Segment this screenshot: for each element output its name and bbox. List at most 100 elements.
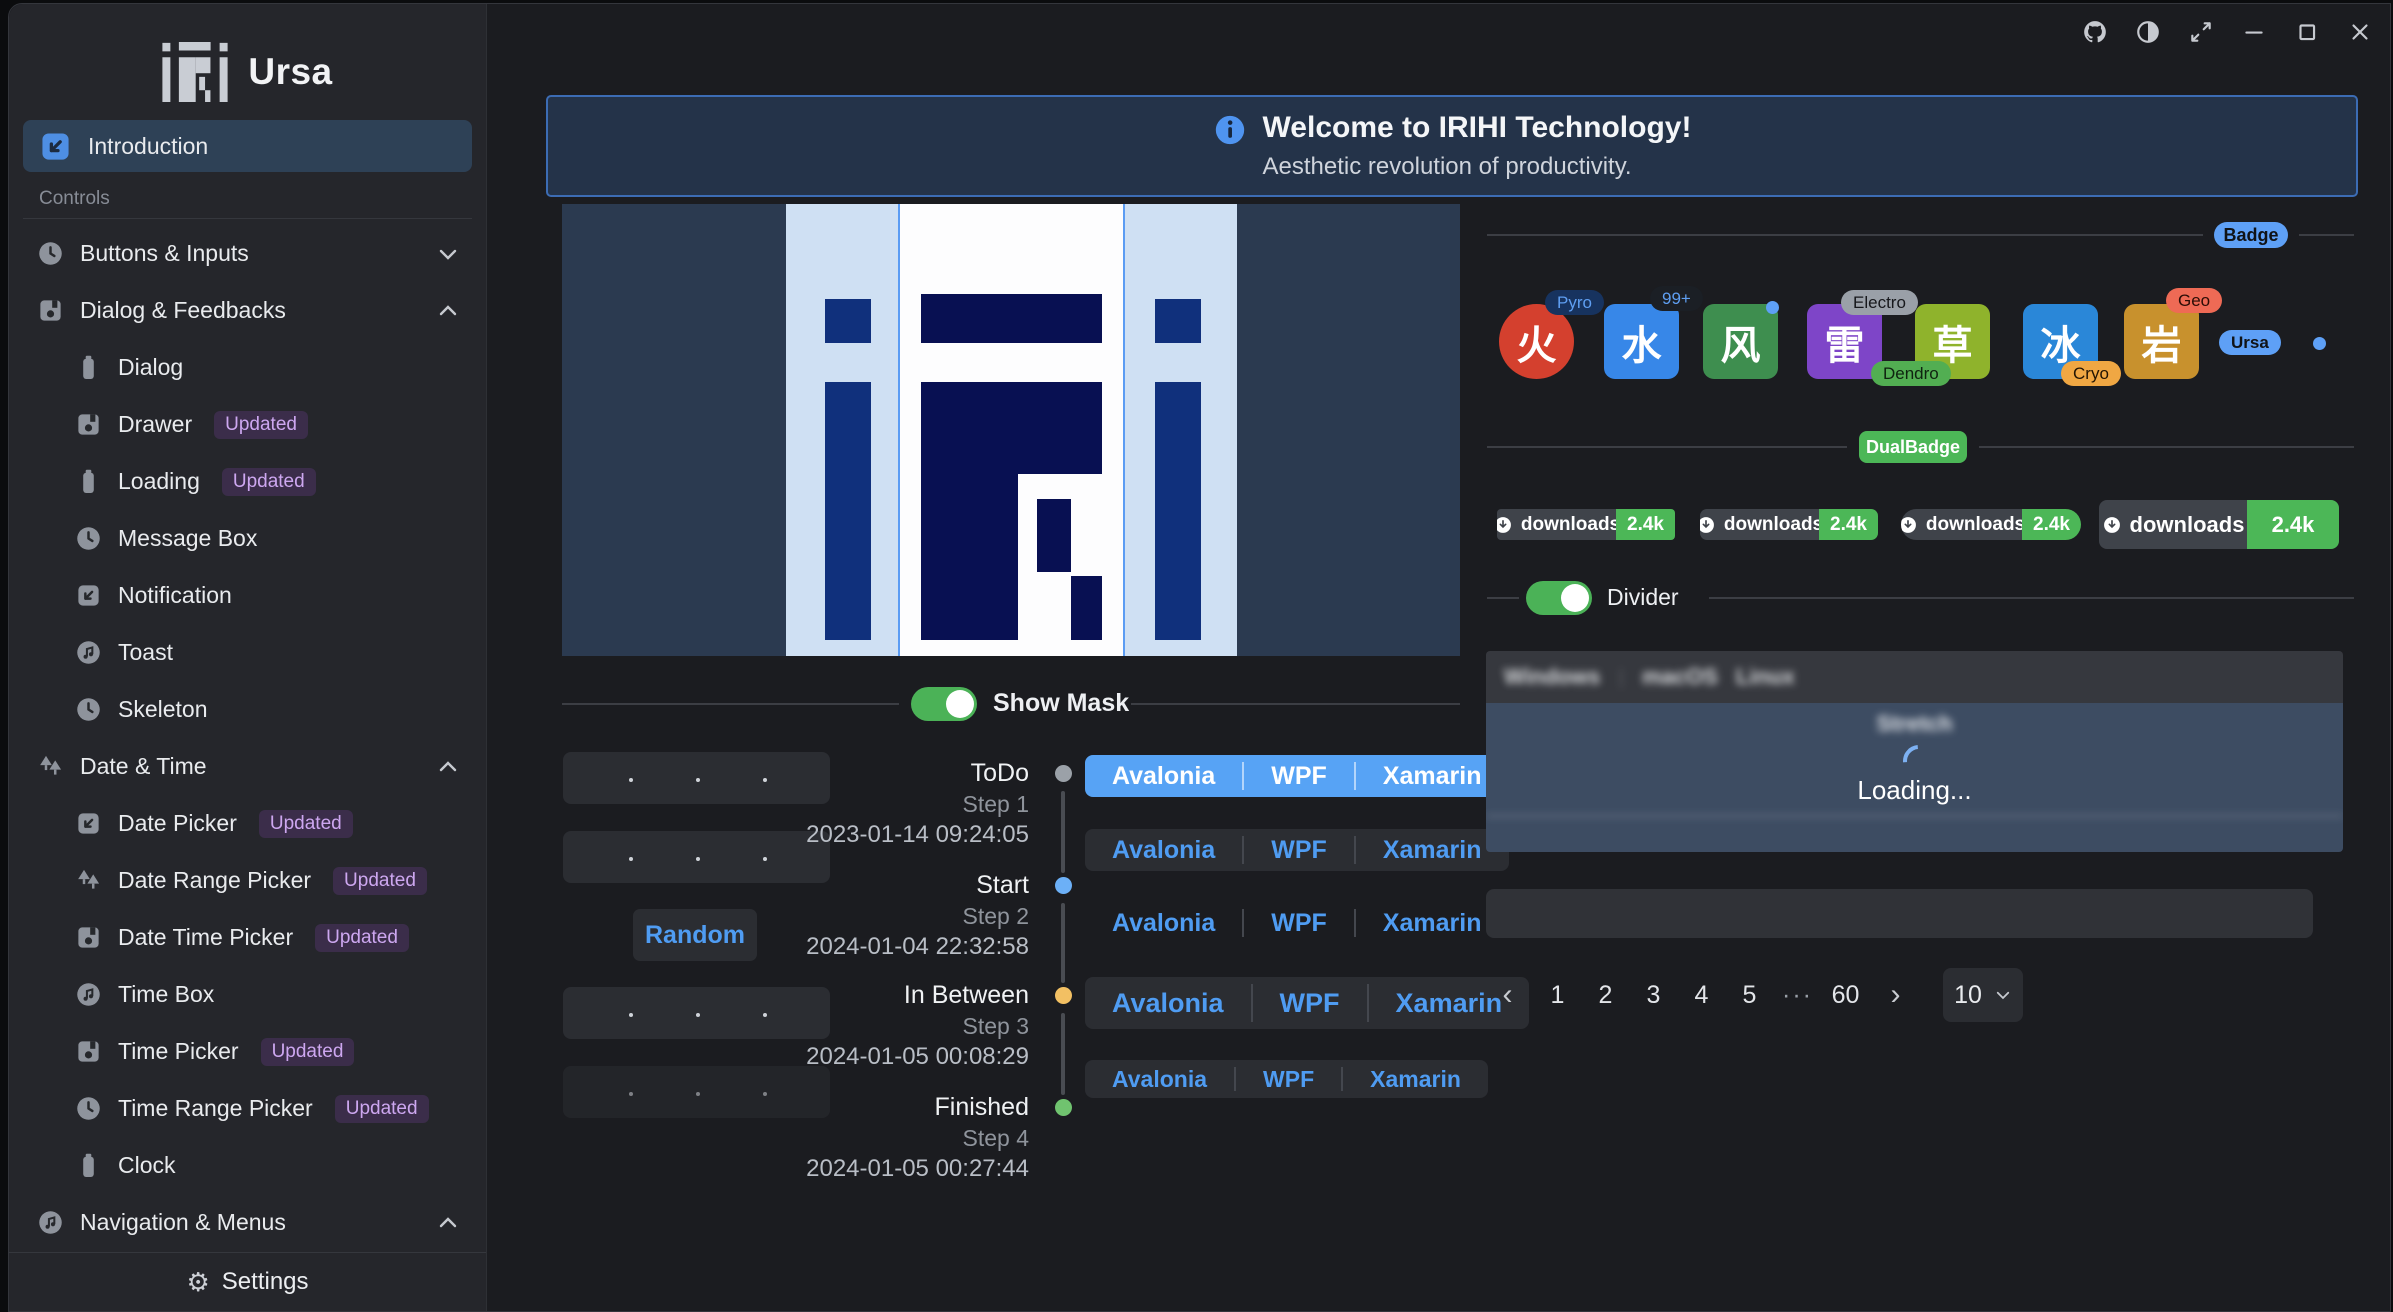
- close-button[interactable]: [2344, 16, 2376, 48]
- page-button-5[interactable]: 5: [1733, 981, 1766, 1010]
- fw-option-wpf[interactable]: WPF: [1244, 909, 1354, 938]
- floppy-icon: [37, 297, 64, 324]
- sidebar-item-drawer[interactable]: DrawerUpdated: [9, 396, 486, 453]
- sidebar-item-date-range-picker[interactable]: Date Range PickerUpdated: [9, 852, 486, 909]
- badge-ursa: Ursa: [2219, 330, 2281, 355]
- lone-dot-badge: [2313, 337, 2326, 350]
- pagination: ‹ 12345 ··· 60 › 10: [1489, 968, 2023, 1022]
- page-next-button[interactable]: ›: [1877, 978, 1914, 1012]
- toggle-knob: [1561, 584, 1589, 612]
- chevron-down-icon: [436, 242, 460, 266]
- timeline-connector: [1061, 903, 1065, 983]
- settings-button[interactable]: ⚙ Settings: [9, 1252, 486, 1311]
- tab-linux[interactable]: Linux: [1736, 664, 1795, 690]
- fw-option-wpf[interactable]: WPF: [1244, 762, 1354, 791]
- sidebar-item-dialog-feedbacks[interactable]: Dialog & Feedbacks: [9, 282, 486, 339]
- clock-icon: [75, 696, 102, 723]
- page-button-3[interactable]: 3: [1637, 981, 1670, 1010]
- sidebar-item-notification[interactable]: Notification: [9, 567, 486, 624]
- fw-option-wpf[interactable]: WPF: [1244, 836, 1354, 865]
- clock-icon: [75, 1095, 102, 1122]
- dual-badge-downloads-1[interactable]: downloads 2.4k: [1497, 509, 1675, 540]
- chevron-up-icon: [436, 755, 460, 779]
- sidebar-item-buttons-inputs[interactable]: Buttons & Inputs: [9, 225, 486, 282]
- tab-windows[interactable]: Windows: [1504, 664, 1600, 690]
- sidebar-item-time-range-picker[interactable]: Time Range PickerUpdated: [9, 1080, 486, 1137]
- fw-option-wpf[interactable]: WPF: [1253, 988, 1367, 1019]
- updated-badge: Updated: [315, 924, 409, 952]
- arrow-square-icon: [75, 810, 102, 837]
- minimize-button[interactable]: [2238, 16, 2270, 48]
- irihi-logo: [825, 294, 1201, 640]
- page-button-4[interactable]: 4: [1685, 981, 1718, 1010]
- fullscreen-button[interactable]: [2185, 16, 2217, 48]
- sidebar-item-skeleton[interactable]: Skeleton: [9, 681, 486, 738]
- fw-option-avalonia[interactable]: Avalonia: [1085, 762, 1242, 791]
- dual-badge-downloads-3[interactable]: downloads 2.4k: [1901, 509, 2081, 540]
- dual-badge-downloads-4[interactable]: downloads 2.4k: [2099, 500, 2339, 549]
- text-input[interactable]: [1486, 889, 2313, 938]
- fw-option-avalonia[interactable]: Avalonia: [1085, 909, 1242, 938]
- tab-macos[interactable]: macOS: [1642, 664, 1718, 690]
- fw-option-xamarin[interactable]: Xamarin: [1343, 1066, 1488, 1093]
- sidebar-divider: [23, 218, 472, 219]
- sidebar-item-date-picker[interactable]: Date PickerUpdated: [9, 795, 486, 852]
- download-icon: [1497, 515, 1513, 535]
- dualbadge-section-pill: DualBadge: [1859, 431, 1967, 463]
- random-button[interactable]: Random: [633, 909, 757, 961]
- battery-icon: [75, 468, 102, 495]
- loading-text: Loading...: [1486, 775, 2343, 806]
- note-icon: [37, 1209, 64, 1236]
- fw-option-wpf[interactable]: WPF: [1236, 1066, 1341, 1093]
- note-icon: [75, 981, 102, 1008]
- chevron-up-icon: [436, 299, 460, 323]
- badge-99: 99+: [1650, 286, 1703, 311]
- github-button[interactable]: [2079, 16, 2111, 48]
- page-button-1[interactable]: 1: [1541, 981, 1574, 1010]
- theme-toggle-button[interactable]: [2132, 16, 2164, 48]
- chevron-down-icon: [1994, 986, 2012, 1004]
- page-button-60[interactable]: 60: [1829, 981, 1862, 1010]
- sidebar-item-toast[interactable]: Toast: [9, 624, 486, 681]
- fw-option-avalonia[interactable]: Avalonia: [1085, 1066, 1234, 1093]
- page-size-select[interactable]: 10: [1943, 968, 2023, 1022]
- app-window: Ursa IntroductionControls Buttons & Inpu…: [8, 3, 2391, 1312]
- page-prev-button[interactable]: ‹: [1489, 978, 1526, 1012]
- sidebar-item-time-box[interactable]: Time Box: [9, 966, 486, 1023]
- show-mask-toggle[interactable]: [911, 687, 977, 721]
- updated-badge: Updated: [335, 1095, 429, 1123]
- sidebar-item-introduction[interactable]: Introduction: [23, 120, 472, 172]
- sidebar-item-dialog[interactable]: Dialog: [9, 339, 486, 396]
- chevron-up-icon: [436, 1211, 460, 1235]
- sidebar-item-message-box[interactable]: Message Box: [9, 510, 486, 567]
- divider-toggle[interactable]: [1526, 581, 1592, 615]
- page-button-2[interactable]: 2: [1589, 981, 1622, 1010]
- loading-panel-body: Stretch Loading...: [1486, 703, 2343, 852]
- arrow-square-blue-icon: [39, 130, 72, 163]
- maximize-button[interactable]: [2291, 16, 2323, 48]
- tab-separator: |: [1618, 664, 1624, 690]
- sidebar-item-date-time-picker[interactable]: Date Time PickerUpdated: [9, 909, 486, 966]
- timeline-item-todo: ToDo Step 1 2023-01-14 09:24:05: [779, 757, 1029, 850]
- fw-option-avalonia[interactable]: Avalonia: [1085, 836, 1242, 865]
- trees-icon: [37, 753, 64, 780]
- sidebar-item-time-picker[interactable]: Time PickerUpdated: [9, 1023, 486, 1080]
- timeline-dot: [1055, 765, 1072, 782]
- sidebar-item-loading[interactable]: LoadingUpdated: [9, 453, 486, 510]
- element-tile-4: 雷: [1807, 304, 1882, 379]
- show-mask-label: Show Mask: [993, 689, 1129, 718]
- dual-badge-downloads-2[interactable]: downloads 2.4k: [1700, 509, 1878, 540]
- sidebar-item-date-time[interactable]: Date & Time: [9, 738, 486, 795]
- badge-divider-line: [2299, 234, 2354, 236]
- dot-badge: [1766, 301, 1779, 314]
- fw-option-avalonia[interactable]: Avalonia: [1085, 988, 1251, 1019]
- updated-badge: Updated: [214, 411, 308, 439]
- sidebar-item-clock[interactable]: Clock: [9, 1137, 486, 1194]
- divider-demo-line: [1709, 597, 2354, 599]
- trees-icon: [75, 867, 102, 894]
- sidebar-item-navigation-menus[interactable]: Navigation & Menus: [9, 1194, 486, 1251]
- page-ellipsis[interactable]: ···: [1781, 981, 1814, 1010]
- element-tile-7: 岩: [2124, 304, 2199, 379]
- element-tile-2: 水: [1604, 304, 1679, 379]
- banner-subtitle: Aesthetic revolution of productivity.: [1263, 153, 1692, 181]
